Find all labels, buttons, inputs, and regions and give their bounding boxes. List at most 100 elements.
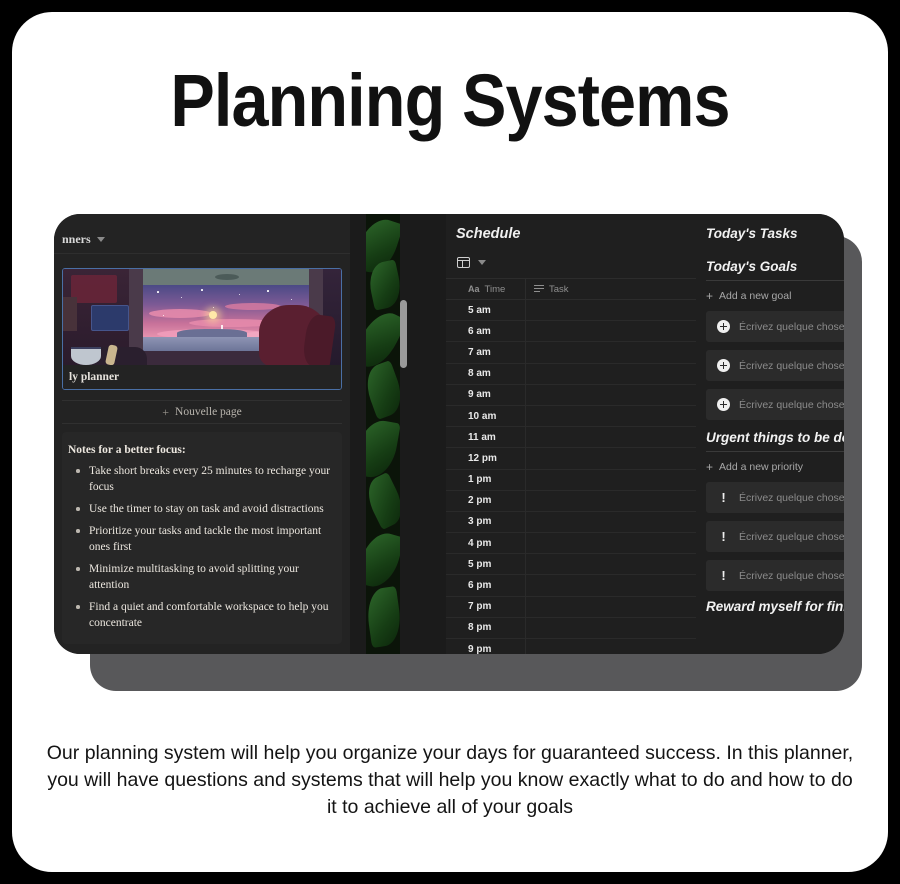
art-sun-glow <box>209 311 217 319</box>
plus-circle-icon[interactable] <box>717 398 730 411</box>
time-cell: 6 pm <box>446 575 526 596</box>
task-cell[interactable] <box>526 575 696 595</box>
plus-circle-icon[interactable] <box>717 359 730 372</box>
right-pane: Today's Tasks Today's Goals + Add a new … <box>696 214 844 654</box>
table-row[interactable]: 7 am <box>446 342 696 364</box>
task-cell[interactable] <box>526 321 696 341</box>
time-cell: 12 pm <box>446 448 526 469</box>
table-row[interactable]: 2 pm <box>446 490 696 512</box>
bullet-icon <box>76 567 80 571</box>
time-cell: 6 am <box>446 321 526 342</box>
note-item: Use the timer to stay on task and avoid … <box>68 501 332 517</box>
column-header-label: Time <box>484 283 506 295</box>
chevron-down-icon[interactable] <box>478 259 486 265</box>
table-row[interactable]: 8 pm <box>446 617 696 639</box>
table-row[interactable]: 12 pm <box>446 448 696 470</box>
task-cell[interactable] <box>526 342 696 362</box>
note-text: Minimize multitasking to avoid splitting… <box>89 563 299 591</box>
art-bowl <box>71 347 101 365</box>
task-cell[interactable] <box>526 406 696 426</box>
table-row[interactable]: 8 am <box>446 363 696 385</box>
goal-entry[interactable]: Écrivez quelque chose... <box>706 311 844 342</box>
time-cell: 3 pm <box>446 511 526 533</box>
plus-icon: + <box>706 289 714 303</box>
urgent-things-heading: Urgent things to be done tod <box>706 430 844 445</box>
column-header-task[interactable]: Task <box>526 279 696 299</box>
table-icon[interactable] <box>457 256 470 268</box>
task-cell[interactable] <box>526 470 696 490</box>
leaf-shape <box>366 471 400 531</box>
task-cell[interactable] <box>526 448 696 468</box>
table-row[interactable]: 6 pm <box>446 575 696 597</box>
goal-entry-placeholder: Écrivez quelque chose... <box>739 359 844 372</box>
note-text: Find a quiet and comfortable workspace t… <box>89 601 329 629</box>
leaf-photo <box>366 214 400 654</box>
task-cell[interactable] <box>526 512 696 532</box>
add-new-goal-button[interactable]: + Add a new goal <box>706 287 844 305</box>
bullet-icon <box>76 507 80 511</box>
planner-card-label: ly planner <box>63 365 341 389</box>
table-row[interactable]: 9 pm <box>446 639 696 654</box>
task-cell[interactable] <box>526 300 696 320</box>
priority-entry-placeholder: Écrivez quelque chose... <box>739 530 844 543</box>
goal-entry[interactable]: Écrivez quelque chose... <box>706 350 844 381</box>
time-cell: 7 pm <box>446 596 526 617</box>
exclamation-icon[interactable]: ! <box>717 569 730 582</box>
notes-block: Notes for a better focus: Take short bre… <box>62 432 342 644</box>
chevron-down-icon[interactable] <box>96 237 105 242</box>
task-cell[interactable] <box>526 427 696 447</box>
add-new-priority-label: Add a new priority <box>719 461 804 473</box>
note-text: Take short breaks every 25 minutes to re… <box>89 465 331 493</box>
table-row[interactable]: 10 am <box>446 405 696 428</box>
task-cell[interactable] <box>526 618 696 638</box>
table-row[interactable]: 6 am <box>446 321 696 343</box>
app-screenshot-panel: nners ly planner + Nouvelle page Notes f… <box>54 214 844 654</box>
breadcrumb[interactable]: nners <box>54 226 350 254</box>
planner-page-card[interactable]: ly planner <box>62 268 342 390</box>
table-row[interactable]: 5 pm <box>446 554 696 576</box>
table-row[interactable]: 11 am <box>446 427 696 449</box>
table-row[interactable]: 4 pm <box>446 533 696 555</box>
task-cell[interactable] <box>526 597 696 617</box>
task-cell[interactable] <box>526 533 696 553</box>
art-star <box>291 299 293 301</box>
plus-icon: + <box>706 460 714 474</box>
art-star <box>213 307 215 309</box>
add-new-priority-button[interactable]: + Add a new priority <box>706 458 844 476</box>
priority-entry[interactable]: ! Écrivez quelque chose... <box>706 521 844 552</box>
art-star <box>201 289 203 291</box>
note-item: Prioritize your tasks and tackle the mos… <box>68 523 332 555</box>
column-header-time[interactable]: Aa Time <box>446 279 526 299</box>
priority-entry[interactable]: ! Écrivez quelque chose... <box>706 482 844 513</box>
task-cell[interactable] <box>526 554 696 574</box>
notes-title: Notes for a better focus: <box>68 444 186 456</box>
schedule-table: Aa Time Task 5 am 6 am 7 am 8 am 9 am 10… <box>446 278 696 654</box>
new-page-button[interactable]: + Nouvelle page <box>62 400 342 424</box>
vertical-scrollbar[interactable] <box>400 300 407 368</box>
art-star <box>157 291 159 293</box>
time-cell: 7 am <box>446 342 526 363</box>
table-row[interactable]: 9 am <box>446 384 696 406</box>
table-row[interactable]: 3 pm <box>446 511 696 534</box>
task-cell[interactable] <box>526 491 696 511</box>
divider <box>706 451 844 452</box>
table-row[interactable]: 5 am <box>446 300 696 322</box>
task-cell[interactable] <box>526 364 696 384</box>
priority-entry[interactable]: ! Écrivez quelque chose... <box>706 560 844 591</box>
plus-icon: + <box>162 404 170 419</box>
exclamation-icon[interactable]: ! <box>717 530 730 543</box>
goal-entry[interactable]: Écrivez quelque chose... <box>706 389 844 420</box>
note-item: Minimize multitasking to avoid splitting… <box>68 561 332 593</box>
table-row[interactable]: 1 pm <box>446 469 696 491</box>
breadcrumb-label: nners <box>62 232 91 246</box>
task-cell[interactable] <box>526 639 696 654</box>
time-cell: 11 am <box>446 427 526 448</box>
schedule-title: Schedule <box>456 226 521 242</box>
table-row[interactable]: 7 pm <box>446 596 696 618</box>
schedule-view-switcher[interactable] <box>446 252 696 272</box>
exclamation-icon[interactable]: ! <box>717 491 730 504</box>
time-cell: 8 am <box>446 363 526 384</box>
plus-circle-icon[interactable] <box>717 320 730 333</box>
task-cell[interactable] <box>526 385 696 405</box>
priority-entry-placeholder: Écrivez quelque chose... <box>739 491 844 504</box>
